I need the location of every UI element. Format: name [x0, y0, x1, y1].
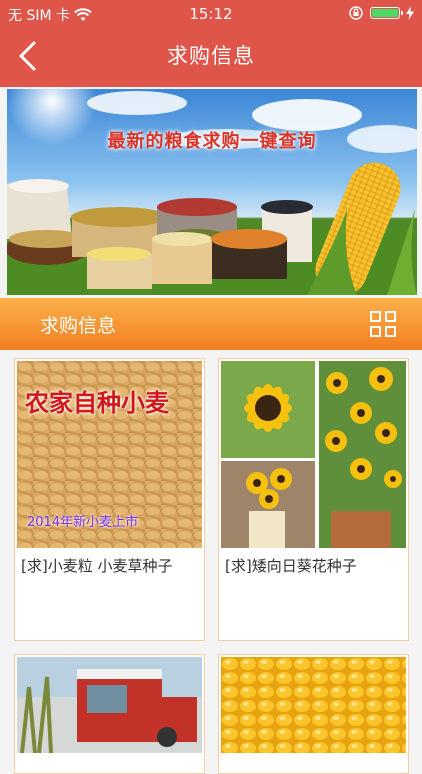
- status-bar: 无 SIM 卡 15:12: [0, 0, 422, 28]
- product-card[interactable]: [求]矮向日葵花种子: [218, 358, 409, 641]
- product-card[interactable]: [14, 654, 205, 774]
- banner-headline: 最新的粮食求购一键查询: [107, 131, 317, 152]
- battery-icon: [370, 7, 403, 19]
- charging-icon: [406, 6, 414, 20]
- product-title: [求]小麦粒 小麦草种子: [21, 557, 173, 575]
- section-title: 求购信息: [40, 315, 117, 337]
- grid-view-icon[interactable]: [370, 311, 396, 337]
- harvester-image: [17, 657, 202, 753]
- promo-banner[interactable]: 最新的粮食求购一键查询: [7, 89, 417, 295]
- section-header: 求购信息: [0, 298, 422, 350]
- top-bar: 无 SIM 卡 15:12 求购信息: [0, 0, 422, 87]
- grain-scene-illustration: [7, 89, 417, 295]
- image-overlay-subtitle: 2014年新小麦上市: [27, 515, 139, 530]
- rotation-lock-icon: [349, 6, 363, 20]
- image-overlay-title: 农家自种小麦: [25, 389, 169, 417]
- product-card[interactable]: 农家自种小麦 2014年新小麦上市 [求]小麦粒 小麦草种子: [14, 358, 205, 641]
- sunflower-image: [221, 361, 406, 548]
- page-title: 求购信息: [167, 44, 255, 68]
- product-card[interactable]: [218, 654, 409, 774]
- corn-kernels-image: [221, 657, 406, 753]
- product-title: [求]矮向日葵花种子: [225, 557, 357, 575]
